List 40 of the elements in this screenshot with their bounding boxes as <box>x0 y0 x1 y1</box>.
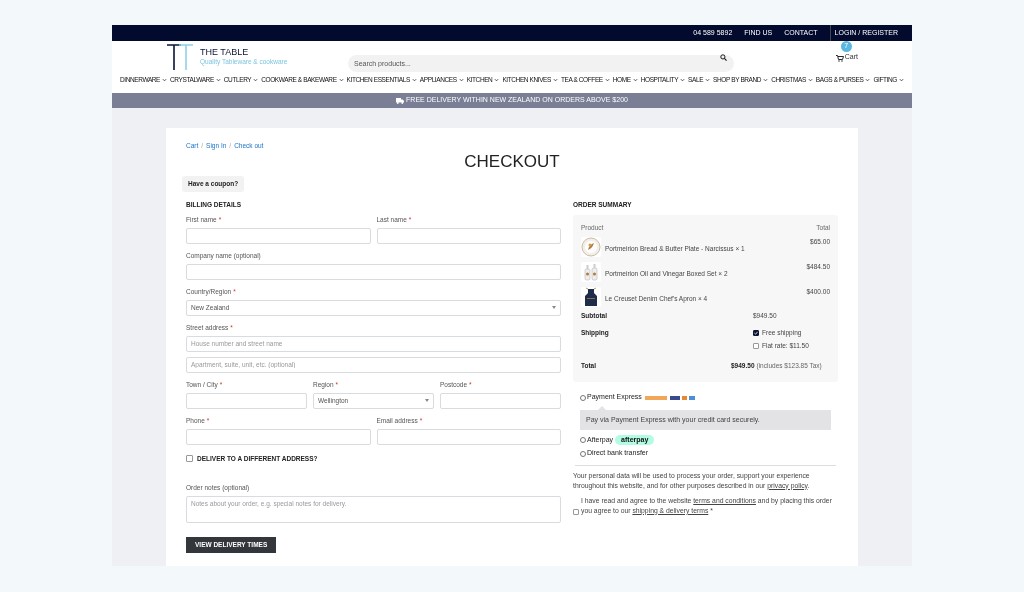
search-icon[interactable] <box>720 53 727 61</box>
input-field[interactable] <box>186 227 371 244</box>
input-field[interactable] <box>186 428 371 445</box>
cart-icon[interactable] <box>835 55 844 63</box>
radio-button[interactable] <box>580 450 586 457</box>
chevron-down-icon <box>458 78 464 82</box>
chevron-down-icon <box>604 78 610 82</box>
input-field[interactable] <box>376 227 561 244</box>
checkbox[interactable] <box>186 454 193 462</box>
input-field[interactable] <box>440 392 561 409</box>
card-logos-icon <box>644 395 695 400</box>
input-field[interactable] <box>376 428 561 445</box>
radio-button[interactable] <box>580 394 586 401</box>
chevron-down-icon <box>898 78 904 82</box>
chevron-down-icon <box>763 78 769 82</box>
radio-button[interactable] <box>580 437 586 443</box>
page-title: CHECKOUT <box>463 152 561 170</box>
chevron-down-icon <box>807 78 813 82</box>
chevron-down-icon <box>338 78 344 82</box>
caret-icon <box>425 399 429 402</box>
checkbox[interactable] <box>753 329 759 336</box>
truck-icon <box>396 97 405 104</box>
input-field[interactable] <box>186 392 307 409</box>
chevron-down-icon <box>253 78 259 82</box>
chevron-down-icon <box>865 78 871 82</box>
input-field[interactable] <box>186 263 561 280</box>
chevron-down-icon <box>494 78 500 82</box>
checkbox[interactable] <box>753 342 759 349</box>
chevron-down-icon <box>215 78 221 82</box>
checkbox[interactable] <box>573 508 579 515</box>
chevron-down-icon <box>553 78 558 82</box>
chevron-down-icon <box>632 78 638 82</box>
chevron-down-icon <box>162 78 168 82</box>
chevron-down-icon <box>411 78 417 82</box>
chevron-down-icon <box>680 78 686 82</box>
logo-title: THE TABLE <box>200 48 250 58</box>
logo-icon <box>166 43 194 71</box>
caret-icon <box>552 306 556 309</box>
chevron-down-icon <box>705 78 711 82</box>
check-icon <box>754 330 758 335</box>
